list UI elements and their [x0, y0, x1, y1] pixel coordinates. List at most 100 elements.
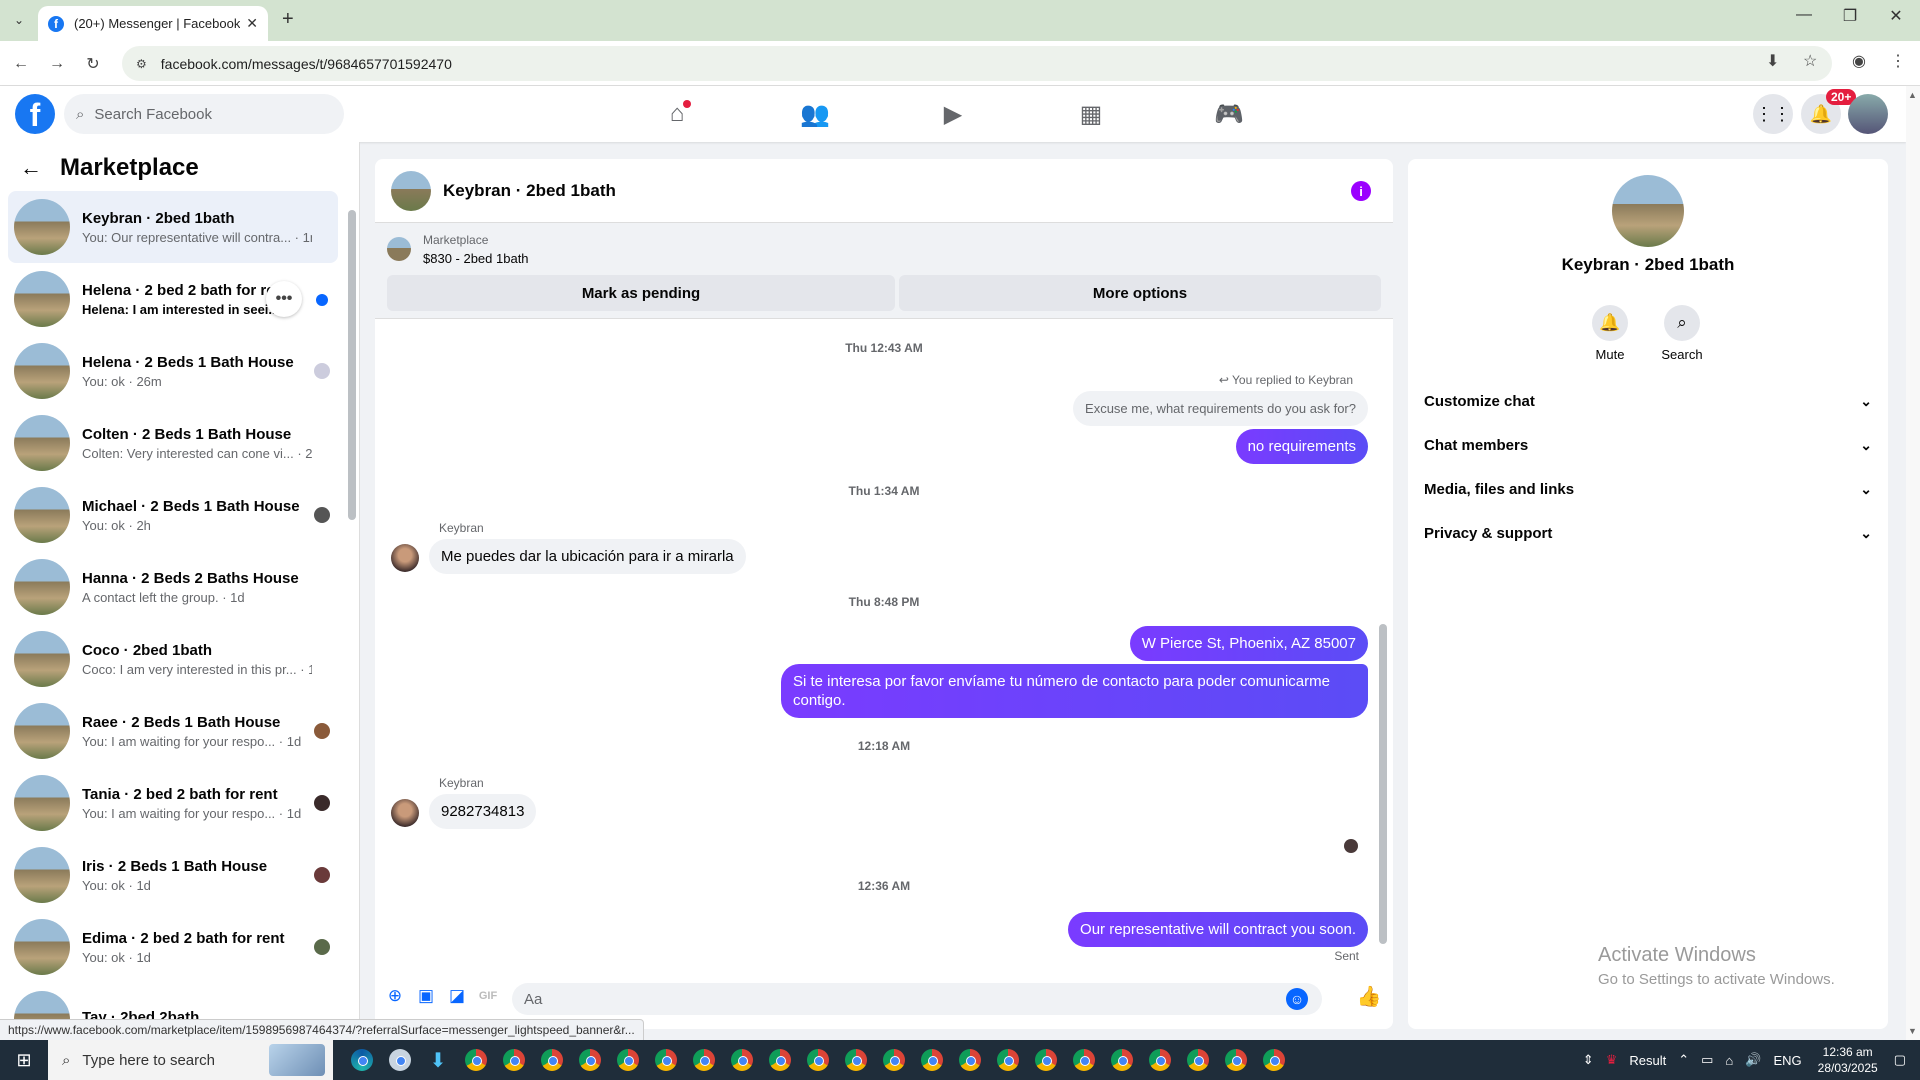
incoming-message[interactable]: 9282734813 — [429, 794, 537, 829]
account-avatar[interactable] — [1848, 94, 1888, 134]
reload-icon[interactable]: ↻ — [80, 51, 106, 77]
facebook-search-input[interactable]: ⌕ Search Facebook — [64, 94, 344, 134]
close-tab-icon[interactable]: ✕ — [246, 15, 258, 32]
conversation-item[interactable]: Iris · 2 Beds 1 Bath House You: ok · 1d — [8, 839, 338, 911]
mute-button[interactable]: 🔔 Mute — [1575, 305, 1645, 362]
scroll-down-icon[interactable]: ▼ — [1908, 1026, 1917, 1036]
home-icon[interactable]: ⌂ — [647, 94, 707, 134]
chrome-taskbar-icon[interactable] — [761, 1040, 799, 1080]
conversation-item[interactable]: Helena · 2 Beds 1 Bath House You: ok · 26… — [8, 335, 338, 407]
new-tab-button[interactable]: + — [282, 8, 294, 31]
page-scrollbar[interactable]: ▲ ▼ — [1906, 86, 1920, 1040]
back-icon[interactable]: ← — [8, 51, 34, 77]
chat-scrollbar[interactable] — [1379, 624, 1387, 944]
sticker-icon[interactable]: ◪ — [446, 985, 468, 1007]
chrome-taskbar-icon[interactable] — [1027, 1040, 1065, 1080]
more-options-icon[interactable]: ••• — [266, 281, 302, 317]
video-icon[interactable]: ▶ — [923, 94, 983, 134]
chrome-taskbar-icon[interactable] — [533, 1040, 571, 1080]
chrome-taskbar-icon[interactable] — [875, 1040, 913, 1080]
forward-icon[interactable]: → — [44, 51, 70, 77]
chrome-taskbar-icon[interactable] — [951, 1040, 989, 1080]
chrome-taskbar-icon[interactable] — [1141, 1040, 1179, 1080]
mark-as-pending-button[interactable]: Mark as pending — [387, 275, 895, 311]
outgoing-message[interactable]: no requirements — [1235, 429, 1368, 464]
result-label[interactable]: Result — [1629, 1053, 1666, 1068]
restore-icon[interactable]: ❐ — [1828, 6, 1872, 26]
friends-icon[interactable]: 👥 — [785, 94, 845, 134]
conversation-item[interactable]: Coco · 2bed 1bath Coco: I am very interes… — [8, 623, 338, 695]
chrome-taskbar-icon[interactable] — [1065, 1040, 1103, 1080]
language-indicator[interactable]: ENG — [1773, 1053, 1801, 1068]
privacy-support-row[interactable]: Privacy & support ⌄ — [1424, 511, 1872, 555]
plus-icon[interactable]: ⊕ — [384, 985, 406, 1007]
chat-listing-thumbnail[interactable] — [391, 170, 431, 211]
outgoing-message[interactable]: W Pierce St, Phoenix, AZ 85007 — [1129, 626, 1368, 661]
minimize-icon[interactable]: — — [1782, 6, 1826, 24]
outgoing-message[interactable]: Our representative will contract you soo… — [1068, 912, 1368, 947]
chrome-taskbar-icon[interactable] — [1179, 1040, 1217, 1080]
chrome-taskbar-icon[interactable] — [1217, 1040, 1255, 1080]
conversation-item[interactable]: Edima · 2 bed 2 bath for rent You: ok · 1… — [8, 911, 338, 983]
quoted-message[interactable]: Excuse me, what requirements do you ask … — [1073, 391, 1368, 426]
customize-chat-row[interactable]: Customize chat ⌄ — [1424, 379, 1872, 423]
network-icon[interactable]: ⌂ — [1725, 1053, 1733, 1068]
close-window-icon[interactable]: ✕ — [1874, 6, 1918, 26]
tab-search-icon[interactable]: ⌄ — [8, 9, 30, 31]
conversation-avatar[interactable] — [1612, 175, 1684, 247]
meet-now-icon[interactable]: ▭ — [1701, 1052, 1713, 1068]
chat-title[interactable]: Keybran · 2bed 1bath — [443, 181, 616, 201]
download-taskbar-icon[interactable]: ⬇ — [419, 1040, 457, 1080]
chrome-taskbar-icon[interactable] — [685, 1040, 723, 1080]
nba-icon[interactable]: ♛ — [1606, 1052, 1618, 1068]
edge-taskbar-icon[interactable] — [343, 1040, 381, 1080]
chrome-taskbar-icon[interactable] — [495, 1040, 533, 1080]
address-bar[interactable]: ⚙ facebook.com/messages/t/96846577015924… — [122, 46, 1832, 81]
gif-icon[interactable]: GIF — [477, 985, 499, 1007]
emoji-icon[interactable]: ☺ — [1286, 988, 1308, 1010]
conversation-item[interactable]: Helena · 2 bed 2 bath for rent Helena: I … — [8, 263, 338, 335]
chevron-up-icon[interactable]: ⌃ — [1678, 1052, 1689, 1068]
back-arrow-icon[interactable]: ← — [20, 155, 42, 181]
chrome-taskbar-icon[interactable] — [1103, 1040, 1141, 1080]
sender-avatar[interactable] — [391, 799, 419, 827]
search-button[interactable]: ⌕ Search — [1647, 305, 1717, 362]
chrome-taskbar-icon[interactable] — [913, 1040, 951, 1080]
app-taskbar-icon[interactable] — [381, 1040, 419, 1080]
scroll-up-icon[interactable]: ▲ — [1908, 90, 1917, 100]
chat-members-row[interactable]: Chat members ⌄ — [1424, 423, 1872, 467]
windows-start-icon[interactable]: ⊞ — [0, 1040, 48, 1080]
conversation-item[interactable]: Hanna · 2 Beds 2 Baths House A contact le… — [8, 551, 338, 623]
chrome-taskbar-icon[interactable] — [723, 1040, 761, 1080]
chrome-taskbar-icon[interactable] — [571, 1040, 609, 1080]
facebook-logo-icon[interactable]: f — [15, 94, 55, 134]
conversation-item[interactable]: Colten · 2 Beds 1 Bath House Colten: Very… — [8, 407, 338, 479]
conversation-item[interactable]: Keybran · 2bed 1bath You: Our representat… — [8, 191, 338, 263]
chrome-taskbar-icon[interactable] — [799, 1040, 837, 1080]
media-files-links-row[interactable]: Media, files and links ⌄ — [1424, 467, 1872, 511]
sender-avatar[interactable] — [391, 544, 419, 572]
bookmark-star-icon[interactable]: ☆ — [1803, 51, 1817, 71]
chrome-taskbar-icon[interactable] — [457, 1040, 495, 1080]
install-app-icon[interactable]: ⬇ — [1766, 51, 1779, 71]
volume-icon[interactable]: 🔊 — [1745, 1052, 1761, 1068]
browser-tab[interactable]: f (20+) Messenger | Facebook ✕ — [38, 6, 268, 41]
chrome-taskbar-icon[interactable] — [837, 1040, 875, 1080]
thumbs-up-icon[interactable]: 👍 — [1357, 985, 1382, 1008]
marketplace-icon[interactable]: ▦ — [1061, 94, 1121, 134]
conversation-item[interactable]: Michael · 2 Beds 1 Bath House You: ok · 2… — [8, 479, 338, 551]
browser-menu-icon[interactable]: ⋮ — [1890, 51, 1906, 71]
profile-icon[interactable]: ◉ — [1852, 51, 1866, 71]
photo-icon[interactable]: ▣ — [415, 985, 437, 1007]
chrome-taskbar-icon[interactable] — [609, 1040, 647, 1080]
incoming-message[interactable]: Me puedes dar la ubicación para ir a mir… — [429, 539, 746, 574]
menu-grid-icon[interactable]: ⋮⋮ — [1753, 94, 1793, 134]
conversation-item[interactable]: Raee · 2 Beds 1 Bath House You: I am wait… — [8, 695, 338, 767]
message-input[interactable]: Aa ☺ — [512, 983, 1322, 1015]
conversation-item[interactable]: Tania · 2 bed 2 bath for rent You: I am w… — [8, 767, 338, 839]
more-options-button[interactable]: More options — [899, 275, 1381, 311]
chrome-taskbar-icon[interactable] — [1255, 1040, 1293, 1080]
site-info-icon[interactable]: ⚙ — [136, 57, 147, 71]
taskbar-search-input[interactable]: ⌕ Type here to search — [48, 1040, 333, 1080]
tray-scroll-icon[interactable]: ⇕ — [1583, 1052, 1594, 1068]
